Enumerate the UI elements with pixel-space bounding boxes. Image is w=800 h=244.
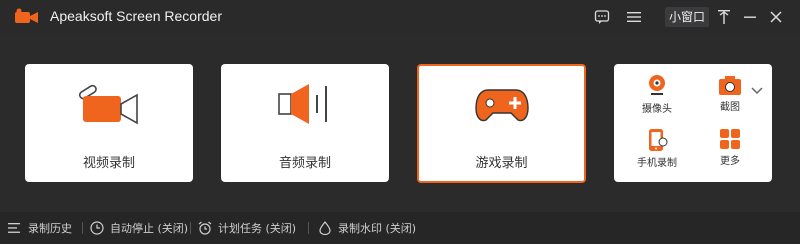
bottom-bar: 录制历史 自动停止 (关闭) 计划任务 (关闭) 录制水印 (关闭) (0, 212, 800, 244)
app-title: Apeaksoft Screen Recorder (50, 8, 222, 24)
phone-record-button[interactable]: 手机录制 (627, 128, 687, 169)
main-content: 视频录制 音频录制 游戏录制 摄像头 截图 手机录制 更多 (0, 34, 800, 212)
grid-icon (720, 129, 740, 149)
video-camera-icon (78, 84, 138, 125)
mini-window-button[interactable]: 小窗口 (665, 7, 710, 27)
schedule-task-button[interactable]: 计划任务 (关闭) (198, 220, 296, 236)
more-label: 更多 (720, 156, 740, 167)
menu-icon[interactable] (624, 7, 644, 27)
screenshot-label: 截图 (720, 102, 740, 113)
video-record-card[interactable]: 视频录制 (25, 64, 193, 182)
webcam-label: 摄像头 (642, 104, 672, 115)
list-icon (8, 223, 20, 233)
app-logo-icon (15, 8, 38, 23)
minimize-icon[interactable] (740, 7, 760, 27)
record-history-button[interactable]: 录制历史 (8, 220, 72, 236)
divider (82, 222, 83, 234)
alarm-clock-icon (198, 221, 212, 235)
audio-record-label: 音频录制 (278, 156, 331, 171)
expand-chevron-icon[interactable] (751, 80, 763, 99)
more-tools-panel: 摄像头 截图 手机录制 更多 (614, 64, 772, 182)
more-button[interactable]: 更多 (700, 128, 760, 167)
speaker-icon (278, 84, 327, 124)
title-bar: Apeaksoft Screen Recorder 小窗口 (0, 0, 800, 34)
audio-record-card[interactable]: 音频录制 (221, 64, 389, 182)
water-drop-icon (319, 221, 331, 235)
game-record-card[interactable]: 游戏录制 (417, 64, 586, 183)
schedule-task-label: 计划任务 (关闭) (218, 222, 297, 235)
game-record-label: 游戏录制 (475, 156, 528, 171)
auto-stop-button[interactable]: 自动停止 (关闭) (90, 220, 188, 236)
auto-stop-label: 自动停止 (关闭) (110, 222, 189, 235)
video-record-label: 视频录制 (82, 156, 135, 171)
watermark-button[interactable]: 录制水印 (关闭) (318, 220, 416, 236)
webcam-icon (649, 75, 665, 95)
close-icon[interactable] (766, 7, 786, 27)
clock-icon (90, 221, 104, 235)
divider (308, 222, 309, 234)
webcam-button[interactable]: 摄像头 (627, 74, 687, 115)
gamepad-icon (474, 89, 529, 122)
pin-icon[interactable] (714, 7, 734, 27)
watermark-label: 录制水印 (关闭) (338, 222, 417, 235)
record-history-label: 录制历史 (28, 222, 72, 235)
phone-record-label: 手机录制 (637, 158, 677, 169)
camera-icon (719, 76, 741, 95)
feedback-icon[interactable] (592, 7, 612, 27)
divider (190, 222, 191, 234)
phone-icon (649, 129, 668, 151)
